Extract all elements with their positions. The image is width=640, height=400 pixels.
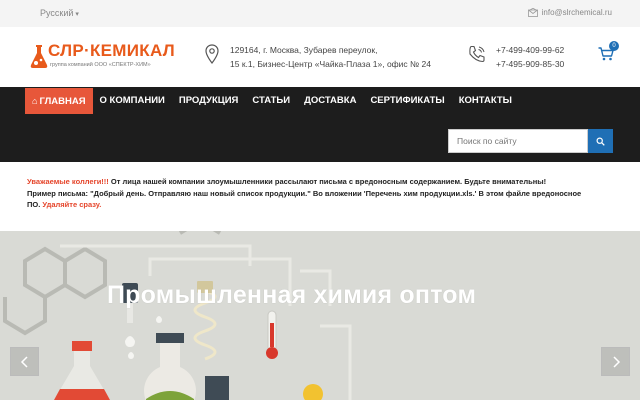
home-icon: ⌂	[32, 96, 38, 106]
warning-action: Удаляйте сразу.	[42, 200, 102, 209]
chevron-down-icon: ▾	[75, 11, 79, 18]
warning-text-1: От лица нашей компании злоумышленники ра…	[108, 177, 547, 186]
menu-item-about[interactable]: О КОМПАНИИ	[93, 88, 172, 114]
chemistry-illustration	[0, 231, 640, 400]
menu-item-contacts[interactable]: КОНТАКТЫ	[452, 88, 519, 114]
logo-subtitle: группа компаний ООО «СПЕКТР-ХИМ»	[50, 62, 151, 68]
logo-text: СЛР·КЕМИКАЛ	[48, 41, 175, 60]
warning-line-3: ПО. Удаляйте сразу.	[27, 199, 617, 211]
company-address: 129164, г. Москва, Зубарев переулок, 15 …	[230, 43, 431, 71]
slider-next-button[interactable]	[601, 347, 630, 376]
warning-text-3: ПО.	[27, 200, 43, 209]
language-label: Русский	[40, 8, 74, 18]
main-navigation: ⌂ ГЛАВНАЯ О КОМПАНИИ ПРОДУКЦИЯ СТАТЬИ ДОС…	[0, 87, 640, 162]
menu-item-articles[interactable]: СТАТЬИ	[245, 88, 297, 114]
email-link[interactable]: info@slrchemical.ru	[527, 8, 612, 17]
site-header: СЛР·КЕМИКАЛ группа компаний ООО «СПЕКТР-…	[0, 27, 640, 87]
menu-item-home[interactable]: ⌂ ГЛАВНАЯ	[25, 88, 93, 114]
warning-line-2: Пример письма: "Добрый день. Отправляю н…	[27, 188, 582, 198]
main-menu: ⌂ ГЛАВНАЯ О КОМПАНИИ ПРОДУКЦИЯ СТАТЬИ ДОС…	[25, 88, 519, 114]
company-phones: +7-499-409-99-62 +7-495-909-85-30	[496, 43, 564, 71]
phone-number-1[interactable]: +7-499-409-99-62	[496, 43, 564, 57]
envelope-icon	[527, 8, 538, 17]
top-bar: Русский ▾ info@slrchemical.ru	[0, 0, 640, 27]
menu-item-products[interactable]: ПРОДУКЦИЯ	[172, 88, 246, 114]
hero-slider: Промышленная химия оптом	[0, 231, 640, 400]
hero-title: Промышленная химия оптом	[107, 281, 477, 309]
search-icon	[596, 137, 605, 146]
cart-count-badge: 0	[609, 41, 619, 51]
phishing-warning-notice: Уважаемые коллеги!!! От лица нашей компа…	[27, 176, 617, 211]
site-search	[448, 129, 613, 153]
search-button[interactable]	[588, 129, 613, 153]
chevron-right-icon	[612, 355, 620, 368]
location-pin-icon	[205, 44, 219, 64]
chevron-left-icon	[20, 355, 28, 368]
phone-number-2[interactable]: +7-495-909-85-30	[496, 57, 564, 71]
phone-icon	[469, 45, 485, 63]
email-text: info@slrchemical.ru	[541, 8, 612, 17]
warning-line-1: Уважаемые коллеги!!! От лица нашей компа…	[27, 176, 617, 188]
flask-logo-icon	[30, 45, 48, 68]
address-line-2: 15 к.1, Бизнес-Центр «Чайка-Плаза 1», оф…	[230, 59, 431, 69]
site-logo[interactable]: СЛР·КЕМИКАЛ группа компаний ООО «СПЕКТР-…	[30, 41, 190, 71]
menu-item-certificates[interactable]: СЕРТИФИКАТЫ	[363, 88, 451, 114]
warning-highlight: Уважаемые коллеги!!!	[27, 177, 109, 186]
menu-item-label: ГЛАВНАЯ	[39, 96, 86, 107]
slider-prev-button[interactable]	[10, 347, 39, 376]
address-line-1: 129164, г. Москва, Зубарев переулок,	[230, 45, 378, 55]
language-selector[interactable]: Русский ▾	[40, 8, 79, 18]
menu-item-delivery[interactable]: ДОСТАВКА	[297, 88, 363, 114]
search-input[interactable]	[448, 129, 588, 153]
